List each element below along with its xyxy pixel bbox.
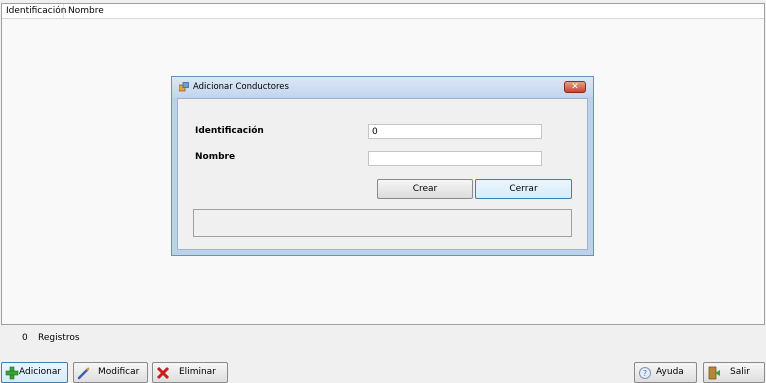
identificacion-field[interactable]: 0 bbox=[368, 124, 542, 139]
dialog-body: Identificación 0 Nombre Crear Cerrar bbox=[177, 98, 588, 250]
grid-header: Identificación Nombre bbox=[2, 4, 764, 19]
dialog-titlebar[interactable]: Adicionar Conductores ✕ bbox=[172, 77, 593, 97]
add-button[interactable]: Adicionar bbox=[1, 362, 68, 383]
app-window-icon bbox=[179, 82, 189, 92]
edit-button-label: Modificar bbox=[98, 367, 140, 377]
exit-button-label: Salir bbox=[730, 367, 750, 377]
create-button[interactable]: Crear bbox=[377, 179, 473, 199]
record-count-label: Registros bbox=[38, 333, 80, 343]
help-button[interactable]: ? Ayuda bbox=[634, 362, 697, 383]
pencil-icon bbox=[77, 367, 90, 380]
add-driver-dialog: Adicionar Conductores ✕ Identificación 0… bbox=[171, 76, 594, 256]
plus-icon bbox=[5, 366, 19, 380]
delete-button-label: Eliminar bbox=[179, 367, 216, 377]
column-header-identificacion[interactable]: Identificación bbox=[2, 4, 66, 18]
nombre-field[interactable] bbox=[368, 151, 542, 166]
help-icon: ? bbox=[639, 367, 651, 379]
nombre-label: Nombre bbox=[195, 152, 236, 162]
message-box bbox=[193, 209, 572, 237]
close-icon: ✕ bbox=[571, 82, 579, 92]
close-button[interactable]: ✕ bbox=[564, 81, 586, 93]
svg-text:?: ? bbox=[643, 369, 647, 378]
add-button-label: Adicionar bbox=[19, 367, 62, 377]
exit-button[interactable]: Salir bbox=[703, 362, 765, 383]
dialog-title: Adicionar Conductores bbox=[193, 82, 289, 92]
exit-door-icon bbox=[708, 366, 720, 380]
edit-button[interactable]: Modificar bbox=[73, 362, 148, 383]
identificacion-label: Identificación bbox=[195, 126, 264, 136]
delete-button[interactable]: Eliminar bbox=[152, 362, 228, 383]
close-dialog-button[interactable]: Cerrar bbox=[475, 179, 572, 199]
column-header-nombre[interactable]: Nombre bbox=[64, 4, 144, 18]
delete-x-icon bbox=[156, 366, 170, 380]
help-button-label: Ayuda bbox=[656, 367, 684, 377]
record-count: 0 bbox=[22, 333, 28, 343]
